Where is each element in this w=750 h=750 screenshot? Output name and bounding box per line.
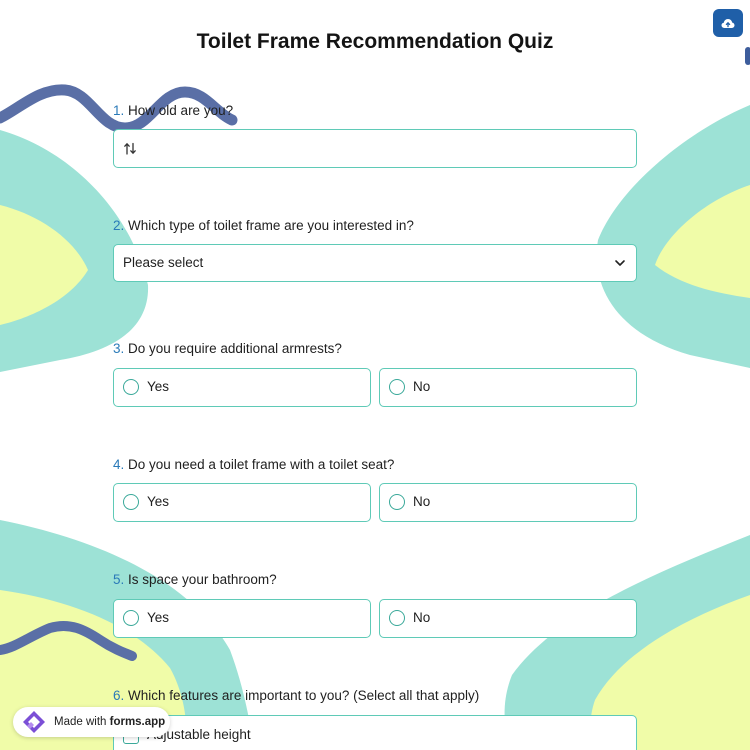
badge-prefix: Made with <box>54 716 110 728</box>
space-option-yes[interactable]: Yes <box>113 599 371 638</box>
question-4-number: 4. <box>113 457 125 472</box>
toilet-seat-option-yes[interactable]: Yes <box>113 483 371 522</box>
chevron-down-icon <box>615 260 625 266</box>
question-3-text: Do you require additional armrests? <box>128 341 342 356</box>
radio-button[interactable] <box>123 610 139 626</box>
made-with-badge[interactable]: Made with forms.app <box>13 707 170 737</box>
question-2-number: 2. <box>113 218 125 233</box>
badge-text: Made with forms.app <box>54 716 165 728</box>
question-1-label: 1. How old are you? <box>113 103 233 118</box>
radio-button[interactable] <box>389 379 405 395</box>
question-2-label: 2. Which type of toilet frame are you in… <box>113 218 414 233</box>
question-5-label: 5. Is space your bathroom? <box>113 572 277 587</box>
option-label: Yes <box>147 494 170 509</box>
space-option-no[interactable]: No <box>379 599 637 638</box>
forms-app-logo <box>23 711 45 733</box>
question-1-number: 1. <box>113 103 125 118</box>
radio-button[interactable] <box>123 494 139 510</box>
age-input[interactable] <box>113 129 637 168</box>
option-label: No <box>413 610 431 625</box>
number-sort-icon <box>124 142 136 155</box>
question-3-label: 3. Do you require additional armrests? <box>113 341 342 356</box>
option-label: Yes <box>147 610 170 625</box>
edge-tab <box>745 47 750 65</box>
option-label: No <box>413 379 431 394</box>
question-6-label: 6. Which features are important to you? … <box>113 688 479 703</box>
armrests-option-yes[interactable]: Yes <box>113 368 371 407</box>
frame-type-selected: Please select <box>123 255 204 270</box>
badge-brand: forms.app <box>109 716 166 728</box>
question-4-text: Do you need a toilet frame with a toilet… <box>128 457 395 472</box>
option-label: No <box>413 494 431 509</box>
question-1-text: How old are you? <box>128 103 234 118</box>
toilet-seat-option-no[interactable]: No <box>379 483 637 522</box>
armrests-option-no[interactable]: No <box>379 368 637 407</box>
question-5-number: 5. <box>113 572 125 587</box>
page-title: Toilet Frame Recommendation Quiz <box>196 30 554 53</box>
radio-button[interactable] <box>389 610 405 626</box>
feature-option-adjustable-height[interactable]: Adjustable height <box>113 715 637 750</box>
cloud-upload-icon <box>721 18 735 28</box>
radio-button[interactable] <box>123 379 139 395</box>
question-2-text: Which type of toilet frame are you inter… <box>128 218 414 233</box>
option-label: Yes <box>147 379 170 394</box>
question-4-label: 4. Do you need a toilet frame with a toi… <box>113 457 394 472</box>
question-6-text: Which features are important to you? (Se… <box>128 688 480 703</box>
frame-type-select[interactable]: Please select <box>113 244 637 282</box>
question-6-number: 6. <box>113 688 125 703</box>
question-3-number: 3. <box>113 341 125 356</box>
upload-button[interactable] <box>713 9 743 37</box>
radio-button[interactable] <box>389 494 405 510</box>
question-5-text: Is space your bathroom? <box>128 572 277 587</box>
